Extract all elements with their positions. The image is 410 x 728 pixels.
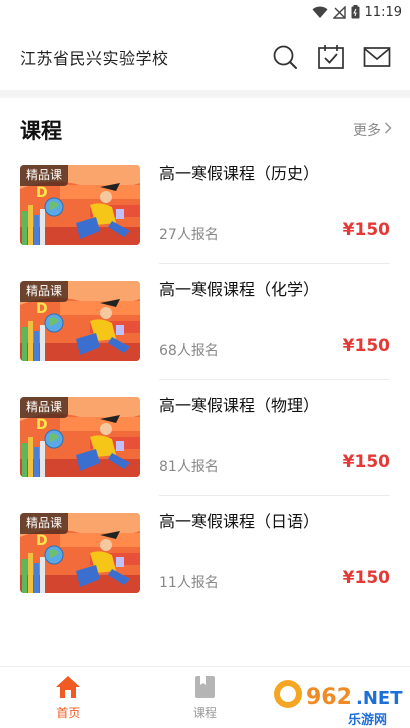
course-price: ¥150 xyxy=(342,568,390,588)
status-bar: 11:19 xyxy=(0,0,410,24)
premium-badge: 精品课 xyxy=(20,397,69,418)
status-time: 11:19 xyxy=(364,4,402,20)
courses-section-header: 课程 更多 xyxy=(20,112,392,148)
header-actions xyxy=(270,43,392,71)
section-separator xyxy=(0,90,410,98)
enrollment-count: 27人报名 xyxy=(159,227,219,243)
nav-home-label: 首页 xyxy=(56,705,81,720)
course-item[interactable]: D 精品课 高一寒假课程（化学） 68人报名 ¥150 xyxy=(0,278,410,394)
nav-courses-label: 课程 xyxy=(193,705,218,720)
nav-courses[interactable]: 课程 xyxy=(137,667,274,728)
svg-text:962: 962 xyxy=(306,685,352,710)
item-divider xyxy=(159,495,390,496)
premium-badge: 精品课 xyxy=(20,513,69,534)
enrollment-count: 11人报名 xyxy=(159,575,219,591)
home-icon xyxy=(55,675,81,702)
nav-home[interactable]: 首页 xyxy=(0,667,137,728)
chevron-right-icon xyxy=(384,122,392,138)
course-price: ¥150 xyxy=(342,452,390,472)
course-title: 高一寒假课程（历史） xyxy=(159,164,320,183)
course-title: 高一寒假课程（化学） xyxy=(159,280,320,299)
svg-text:D: D xyxy=(36,185,48,201)
watermark-logo: 962 .NET 乐游网 xyxy=(268,672,410,728)
svg-text:D: D xyxy=(36,301,48,317)
svg-text:D: D xyxy=(36,533,48,549)
wifi-icon xyxy=(312,6,328,19)
more-link[interactable]: 更多 xyxy=(353,120,392,140)
svg-text:.NET: .NET xyxy=(356,688,403,709)
course-list: D 精品课 高一寒假课程（历史） 27人报名 ¥150 D 精品课 高一寒假课程… xyxy=(0,162,410,626)
section-title: 课程 xyxy=(20,119,62,143)
course-title: 高一寒假课程（日语） xyxy=(159,512,320,531)
enrollment-count: 81人报名 xyxy=(159,459,219,475)
premium-badge: 精品课 xyxy=(20,281,69,302)
course-thumbnail: D 精品课 xyxy=(20,165,140,245)
course-item[interactable]: D 精品课 高一寒假课程（物理） 81人报名 ¥150 xyxy=(0,394,410,510)
item-divider xyxy=(159,263,390,264)
course-price: ¥150 xyxy=(342,336,390,356)
enrollment-count: 68人报名 xyxy=(159,343,219,359)
course-price: ¥150 xyxy=(342,220,390,240)
search-icon[interactable] xyxy=(270,43,300,71)
book-icon xyxy=(194,675,216,702)
no-signal-icon xyxy=(332,5,346,19)
premium-badge: 精品课 xyxy=(20,165,69,186)
course-title: 高一寒假课程（物理） xyxy=(159,396,320,415)
app-header: 江苏省民兴实验学校 xyxy=(0,24,410,90)
school-name: 江苏省民兴实验学校 xyxy=(20,49,169,68)
calendar-check-icon[interactable] xyxy=(316,43,346,71)
course-thumbnail: D 精品课 xyxy=(20,281,140,361)
mail-icon[interactable] xyxy=(362,43,392,71)
item-divider xyxy=(159,379,390,380)
svg-text:D: D xyxy=(36,417,48,433)
course-thumbnail: D 精品课 xyxy=(20,397,140,477)
battery-icon xyxy=(351,5,360,19)
more-label: 更多 xyxy=(353,123,381,139)
course-item[interactable]: D 精品课 高一寒假课程（历史） 27人报名 ¥150 xyxy=(0,162,410,278)
course-thumbnail: D 精品课 xyxy=(20,513,140,593)
course-item[interactable]: D 精品课 高一寒假课程（日语） 11人报名 ¥150 xyxy=(0,510,410,626)
svg-text:乐游网: 乐游网 xyxy=(348,712,387,728)
